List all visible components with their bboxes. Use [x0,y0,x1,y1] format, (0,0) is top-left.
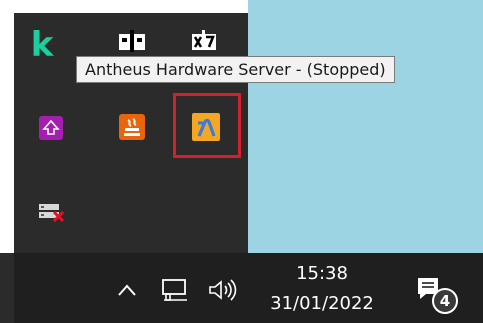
kaspersky-k-glyph: k [30,25,54,65]
hardware-chip-icon[interactable] [184,21,224,61]
purple-upload-icon[interactable] [31,108,71,148]
volume-icon[interactable] [205,273,241,307]
highlighted-antheus-icon-outline [173,93,241,158]
taskbar: 15:38 31/01/2022 [0,253,483,323]
taskbar-left-strip [0,253,14,323]
network-error-icon[interactable] [31,191,71,231]
taskbar-clock[interactable]: 15:38 31/01/2022 [252,259,392,319]
java-icon[interactable] [112,107,152,147]
network-icon[interactable] [158,273,192,307]
chevron-up-icon[interactable] [112,275,142,305]
kaspersky-k-icon[interactable]: k [22,25,62,65]
clock-time: 15:38 [296,263,348,284]
device-monitor-icon[interactable] [112,21,152,61]
clock-date: 31/01/2022 [270,293,374,314]
desktop-background [248,0,483,253]
icon-tooltip: Antheus Hardware Server - (Stopped) [76,56,395,83]
notification-count-badge: 4 [432,288,458,314]
